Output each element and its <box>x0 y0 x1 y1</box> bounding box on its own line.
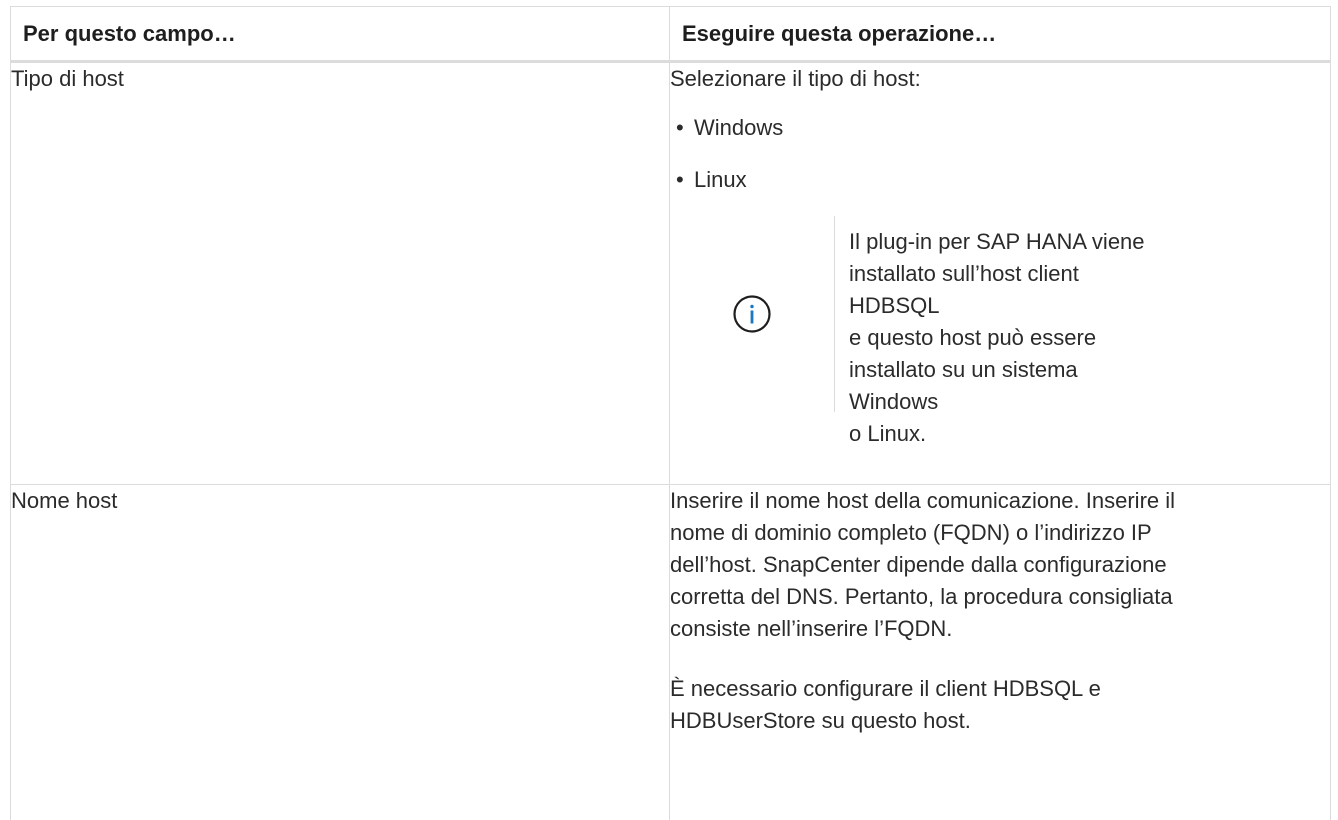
host-type-options: • Windows • Linux <box>670 112 1330 196</box>
text-line: nome di dominio completo (FQDN) o l’indi… <box>670 520 1152 545</box>
note-icon-column <box>670 216 834 412</box>
action-cell: Inserire il nome host della comunicazion… <box>669 484 1331 820</box>
list-item: • Windows <box>670 112 1330 144</box>
bullet-glyph: • <box>676 115 684 140</box>
field-name-host-name: Nome host <box>11 488 118 513</box>
text-line: consiste nell’inserire l’FQDN. <box>670 616 953 641</box>
action-intro: Selezionare il tipo di host: <box>670 66 921 91</box>
info-icon <box>732 294 772 334</box>
header-field: Per questo campo… <box>10 6 670 63</box>
table-row: Tipo di host Selezionare il tipo di host… <box>10 61 1331 485</box>
bullet-glyph: • <box>676 167 684 192</box>
option-linux: Linux <box>694 167 747 192</box>
note-line: installato su un sistema Windows <box>849 357 1078 414</box>
table-header-row: Per questo campo… Eseguire questa operaz… <box>10 6 1331 63</box>
note-line: e questo host può essere <box>849 325 1097 350</box>
text-line: È necessario configurare il client HDBSQ… <box>670 676 1101 701</box>
note-line: installato sull’host client HDBSQL <box>849 261 1079 318</box>
host-fields-table: Per questo campo… Eseguire questa operaz… <box>10 6 1331 820</box>
note-line: o Linux. <box>849 421 927 446</box>
text-line: HDBUserStore su questo host. <box>670 708 971 733</box>
text-line: dell’host. SnapCenter dipende dalla conf… <box>670 552 1167 577</box>
field-name-host-type: Tipo di host <box>11 66 124 91</box>
option-windows: Windows <box>694 115 784 140</box>
info-note: Il plug-in per SAP HANA viene installato… <box>670 216 1330 446</box>
header-action: Eseguire questa operazione… <box>669 6 1331 63</box>
table-row: Nome host Inserire il nome host della co… <box>10 484 1331 820</box>
text-line: Inserire il nome host della comunicazion… <box>670 488 1176 513</box>
note-line: Il plug-in per SAP HANA viene <box>849 229 1145 254</box>
field-cell: Tipo di host <box>10 61 670 485</box>
text-line: corretta del DNS. Pertanto, la procedura… <box>670 584 1173 609</box>
action-cell: Selezionare il tipo di host: • Windows •… <box>669 61 1331 485</box>
action-paragraph: È necessario configurare il client HDBSQ… <box>670 673 1330 737</box>
action-paragraph: Inserire il nome host della comunicazion… <box>670 485 1330 645</box>
list-item: • Linux <box>670 164 1330 196</box>
field-cell: Nome host <box>10 484 670 820</box>
note-text: Il plug-in per SAP HANA viene installato… <box>835 216 1149 446</box>
